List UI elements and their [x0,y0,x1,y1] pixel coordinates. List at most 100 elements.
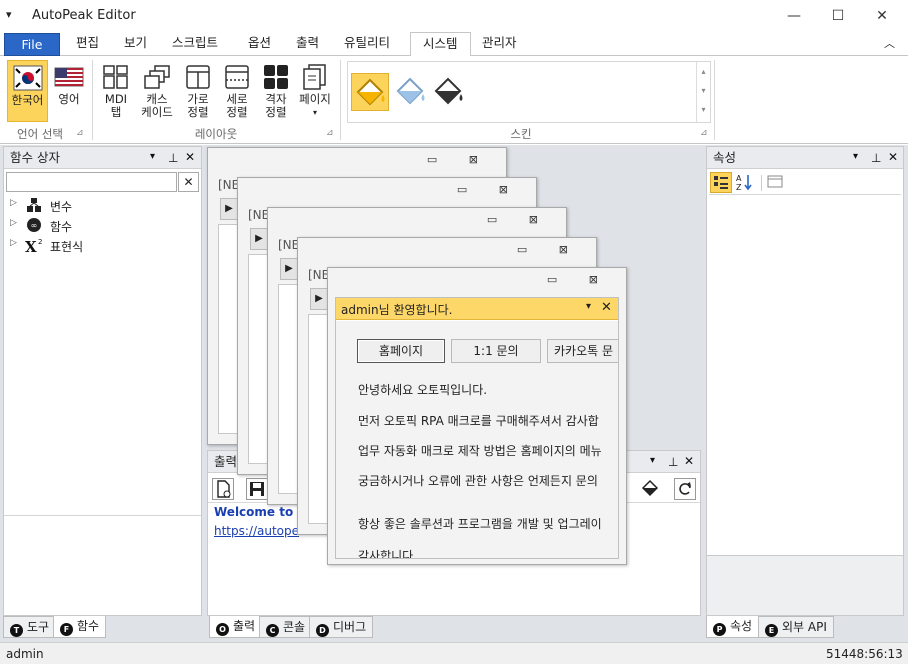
page-dropdown-icon[interactable]: ▾ [296,106,334,119]
status-bar: admin 51448:56:13 [0,642,908,664]
menu-bar: File 편집 보기 스크립트 옵션 출력 유틸리티 시스템 관리자 ︿ [0,32,908,57]
tab-output-panel[interactable]: O 출력 [209,616,263,638]
page-label: 페이지 [299,92,331,106]
output-skin-button[interactable] [640,478,662,500]
homepage-button[interactable]: 홈페이지 [357,339,445,363]
panel-dropdown-icon[interactable]: ▾ [853,151,858,162]
tab-debug[interactable]: D 디버그 [309,616,374,638]
child-window-buttons[interactable]: ▭ ⊠ [487,213,552,226]
skin-item-blue[interactable] [392,73,430,111]
skin-item-dark[interactable] [430,73,468,111]
welcome-dropdown-icon[interactable]: ▾ [586,301,591,312]
tab-label: 외부 API [782,620,827,634]
tools-badge-icon: T [10,624,23,637]
tab-properties[interactable]: P 속성 [706,616,760,638]
tab-functions[interactable]: F 함수 [53,616,107,638]
language-korean-button[interactable]: 한국어 [7,60,48,122]
welcome-dialog: admin님 환영합니다. ▾ ✕ 홈페이지 1:1 문의 카카오톡 문 안녕하… [335,297,619,559]
tree-item-label: 변수 [50,200,73,214]
welcome-line: 업무 자동화 매크로 제작 방법은 홈페이지의 메뉴 [358,444,602,458]
maximize-button[interactable]: ☐ [816,4,860,28]
panel-close-icon[interactable]: ✕ [684,454,694,468]
tab-view[interactable]: 보기 [112,32,159,56]
welcome-line: 감사합니다 [358,549,414,559]
clear-output-button[interactable] [212,478,234,500]
welcome-header-title: admin님 환영합니다. [341,303,453,317]
tile-horizontal-button[interactable]: 가로 정렬 [180,64,216,119]
layout-group-launcher-icon[interactable]: ⊿ [326,128,334,138]
tab-options[interactable]: 옵션 [236,32,283,56]
panel-close-icon[interactable]: ✕ [185,150,195,164]
skin-gallery-scroll[interactable]: ▴ ▾ ▾ [696,62,710,122]
sort-alpha-button[interactable]: A Z [735,172,757,193]
group-label-language: 언어 선택 [17,127,63,141]
welcome-window[interactable]: ▭ ⊠ admin님 환영합니다. ▾ ✕ 홈페이지 1:1 문의 카카오톡 문… [327,267,627,565]
tab-external-api[interactable]: E 외부 API [758,616,834,638]
us-flag-icon [54,67,84,87]
panel-dropdown-icon[interactable]: ▾ [150,151,155,162]
collapse-ribbon-icon[interactable]: ︿ [884,35,895,51]
tab-admin[interactable]: 관리자 [470,32,529,56]
panel-close-icon[interactable]: ✕ [888,150,898,164]
tab-tools[interactable]: T 도구 [3,616,57,638]
refresh-icon [679,482,691,495]
tree-expand-icon[interactable]: ▷ [10,238,17,248]
tree-item-expressions[interactable]: ▷ X 2 표현식 [10,237,190,257]
play-button[interactable]: ▶ [280,258,298,280]
refresh-button[interactable] [674,478,696,500]
language-group-launcher-icon[interactable]: ⊿ [76,128,84,138]
system-menu-icon[interactable]: ▾ [6,8,12,21]
child-window-buttons[interactable]: ▭ ⊠ [517,243,582,256]
child-window-buttons[interactable]: ▭ ⊠ [457,183,522,196]
panel-dropdown-icon[interactable]: ▾ [650,455,655,466]
property-pages-button[interactable] [765,172,787,193]
skin-item-selected[interactable] [351,73,389,111]
output-link[interactable]: https://autope [214,524,299,538]
categorized-button[interactable] [710,172,732,193]
svg-text:X: X [25,238,37,255]
tab-utility[interactable]: 유틸리티 [332,32,402,56]
play-button[interactable]: ▶ [220,198,238,220]
tab-edit[interactable]: 편집 [64,32,111,56]
child-window-buttons[interactable]: ▭ ⊠ [547,273,612,286]
function-box-title: 함수 상자 [10,150,60,165]
cascade-button[interactable]: 캐스 케이드 [137,64,177,119]
paint-bucket-gold-icon [356,78,385,106]
play-button[interactable]: ▶ [250,228,268,250]
tree-expand-icon[interactable]: ▷ [10,198,17,208]
tree-item-functions[interactable]: ▷ ∞ 함수 [10,217,190,237]
tile-vertical-label-2: 정렬 [226,105,248,119]
minimize-button[interactable]: — [772,4,816,28]
tab-script[interactable]: 스크립트 [160,32,230,56]
grid-arrange-button[interactable]: 격자 정렬 [258,64,294,119]
save-output-button[interactable] [246,478,268,500]
status-user: admin [6,647,44,661]
tree-expand-icon[interactable]: ▷ [10,218,17,228]
tab-console[interactable]: C 콘솔 [259,616,313,638]
tab-label: 콘솔 [283,620,306,634]
search-clear-button[interactable]: ✕ [178,172,199,192]
play-button[interactable]: ▶ [310,288,328,310]
child-window-buttons[interactable]: ▭ ⊠ [427,153,492,166]
pin-icon[interactable]: ⊥ [668,455,678,469]
language-english-button[interactable]: 영어 [50,60,88,122]
mdi-tab-button[interactable]: MDI 탭 [98,64,134,119]
close-window-button[interactable]: ✕ [860,4,904,28]
inquiry-button[interactable]: 1:1 문의 [451,339,541,363]
function-search-input[interactable] [6,172,177,192]
properties-title: 속성 [713,150,737,165]
tree-item-variables[interactable]: ▷ 변수 [10,197,190,217]
pin-icon[interactable]: ⊥ [168,151,178,165]
tab-output[interactable]: 출력 [284,32,331,56]
welcome-header: admin님 환영합니다. ▾ ✕ [336,298,618,320]
skin-group-launcher-icon[interactable]: ⊿ [700,128,708,138]
tab-file[interactable]: File [4,33,60,56]
tab-system[interactable]: 시스템 [410,32,471,57]
kakaotalk-button[interactable]: 카카오톡 문 [547,339,618,363]
pin-icon[interactable]: ⊥ [871,151,881,165]
page-button[interactable]: 페이지 ▾ [296,64,334,119]
function-box-panel: 함수 상자 ▾ ⊥ ✕ ✕ ▷ 변수 ▷ ∞ 함수 ▷ X 2 표현식 [3,146,202,616]
tile-vertical-button[interactable]: 세로 정렬 [219,64,255,119]
mdi-tab-label-2: 탭 [110,105,122,119]
welcome-close-icon[interactable]: ✕ [601,300,612,315]
